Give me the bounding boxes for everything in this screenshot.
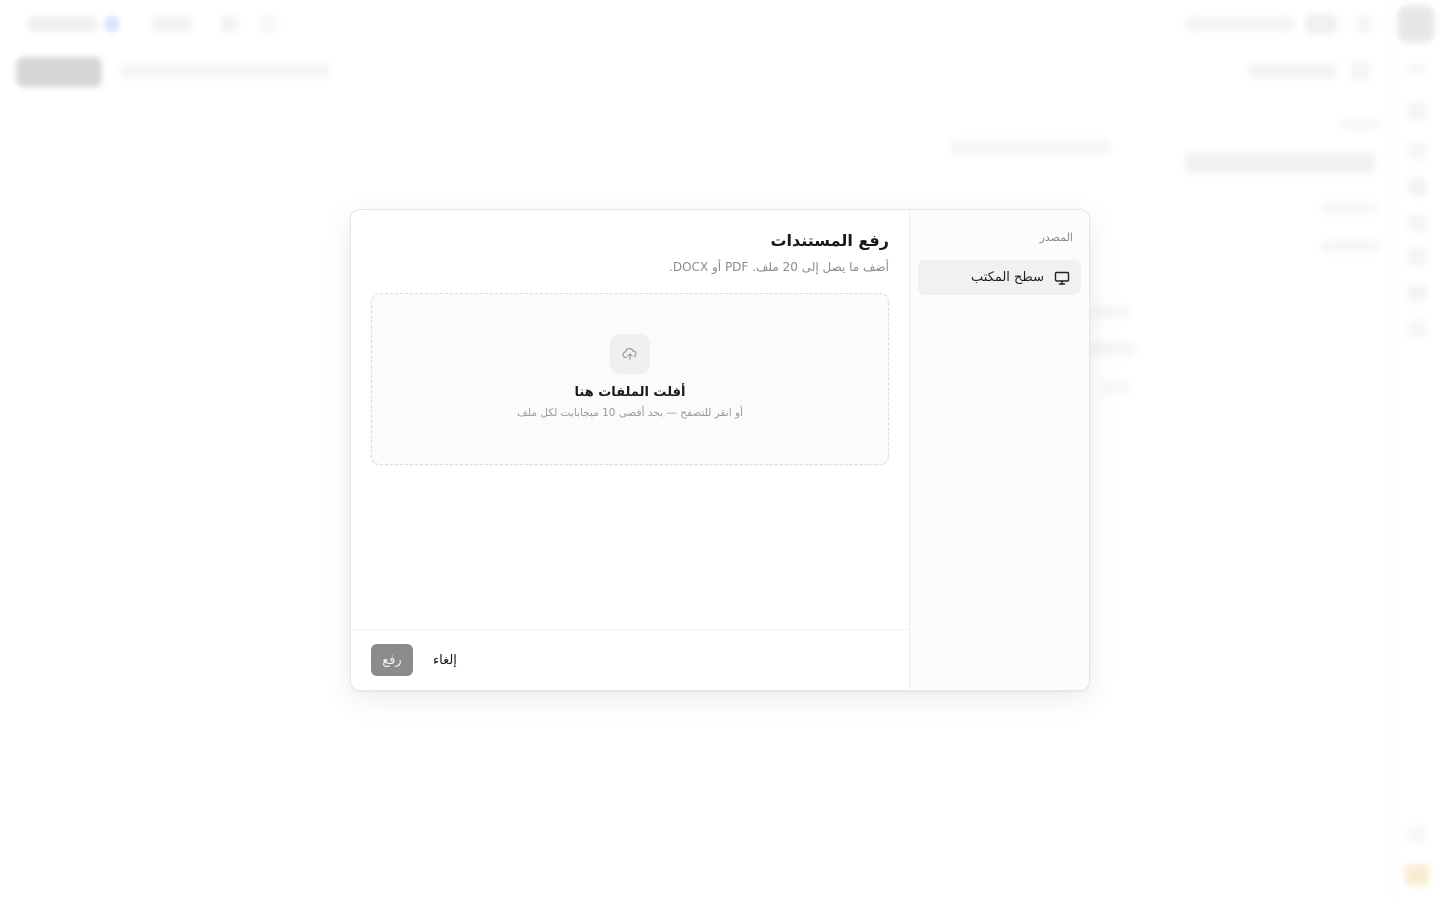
dialog-main: رفع المستندات أضف ما يصل إلى 20 ملف. PDF…	[351, 210, 909, 690]
source-item-desktop[interactable]: سطح المكتب	[918, 260, 1081, 295]
dropzone-title: أفلت الملفات هنا	[574, 385, 686, 400]
upload-documents-dialog: المصدر سطح المكتب رفع المستندات أضف ما ي…	[350, 209, 1090, 691]
dialog-title: رفع المستندات	[770, 231, 889, 250]
dropzone-hint: أو انقر للتصفح — بحد أقصى 10 ميجابايت لك…	[517, 407, 743, 419]
source-heading: المصدر	[1039, 231, 1073, 244]
monitor-icon	[1053, 269, 1071, 287]
dialog-subtitle: أضف ما يصل إلى 20 ملف. PDF أو DOCX.	[669, 260, 889, 274]
source-item-label: سطح المكتب	[970, 270, 1044, 285]
cloud-upload-icon	[610, 334, 650, 374]
source-sidebar: المصدر سطح المكتب	[909, 210, 1089, 690]
upload-button[interactable]: رفع	[371, 644, 413, 676]
cancel-button[interactable]: إلغاء	[425, 644, 465, 676]
file-dropzone[interactable]: أفلت الملفات هنا أو انقر للتصفح — بحد أق…	[371, 293, 889, 465]
dialog-footer: رفع إلغاء	[351, 629, 909, 690]
